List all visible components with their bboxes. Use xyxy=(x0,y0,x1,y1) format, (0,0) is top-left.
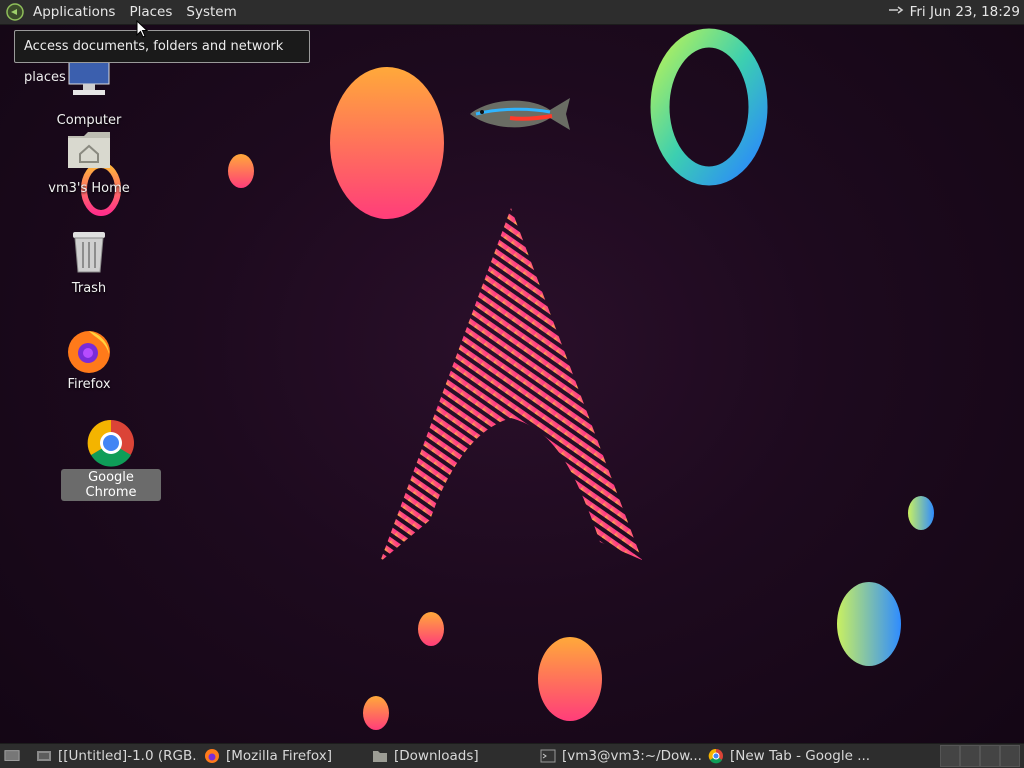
gimp-icon xyxy=(36,748,52,764)
taskbar-item-label: [[Untitled]-1.0 (RGB... xyxy=(58,748,198,764)
bottom-panel: [[Untitled]-1.0 (RGB... [Mozilla Firefox… xyxy=(0,743,1024,768)
taskbar-item-label: [vm3@vm3:~/Dow... xyxy=(562,748,702,764)
terminal-icon xyxy=(540,748,556,764)
desktop-icon-label: Computer xyxy=(56,113,122,128)
places-tooltip: Access documents, folders and network pl… xyxy=(14,30,310,85)
desktop-icon-label: vm3's Home xyxy=(48,181,130,196)
taskbar-item-firefox[interactable]: [Mozilla Firefox] xyxy=(198,744,366,768)
taskbar-item-terminal[interactable]: [vm3@vm3:~/Dow... xyxy=(534,744,702,768)
workspace-4[interactable] xyxy=(1000,745,1020,767)
mouse-cursor-icon xyxy=(136,19,149,42)
desktop-icon-chrome[interactable]: Google Chrome xyxy=(61,419,161,501)
taskbar-item-label: [Mozilla Firefox] xyxy=(226,748,333,764)
places-menu[interactable]: Places xyxy=(122,0,179,24)
desktop-icon-label: Firefox xyxy=(67,377,111,392)
desktop-icon-label: Google Chrome xyxy=(61,469,161,501)
workspace-2[interactable] xyxy=(960,745,980,767)
taskbar-item-label: [New Tab - Google ... xyxy=(730,748,870,764)
clock[interactable]: Fri Jun 23, 18:29 xyxy=(910,4,1020,20)
show-desktop-icon xyxy=(4,748,20,764)
show-desktop-button[interactable] xyxy=(0,744,30,768)
desktop-icon-firefox[interactable]: Firefox xyxy=(39,326,139,393)
workspace-1[interactable] xyxy=(940,745,960,767)
taskbar-item-gimp[interactable]: [[Untitled]-1.0 (RGB... xyxy=(30,744,198,768)
firefox-icon xyxy=(204,748,220,764)
taskbar-item-chrome[interactable]: [New Tab - Google ... xyxy=(702,744,870,768)
wallpaper-art xyxy=(81,28,934,730)
home-folder-icon xyxy=(65,130,113,178)
trash-icon xyxy=(65,230,113,278)
chrome-icon xyxy=(708,748,724,764)
desktop-icon-home[interactable]: vm3's Home xyxy=(39,130,139,197)
top-panel: Applications Places System Fri Jun 23, 1… xyxy=(0,0,1024,25)
desktop-wallpaper xyxy=(0,25,1024,743)
workspace-3[interactable] xyxy=(980,745,1000,767)
taskbar-item-downloads[interactable]: [Downloads] xyxy=(366,744,534,768)
computer-icon xyxy=(65,61,113,110)
desktop-icon-label: Trash xyxy=(71,281,107,296)
chrome-icon xyxy=(87,419,135,467)
system-menu[interactable]: System xyxy=(179,0,243,24)
desktop-icon-trash[interactable]: Trash xyxy=(39,230,139,297)
taskbar-item-label: [Downloads] xyxy=(394,748,479,764)
network-icon[interactable] xyxy=(888,4,904,20)
mate-logo-icon[interactable] xyxy=(4,1,26,23)
tray-area: Fri Jun 23, 18:29 xyxy=(888,0,1020,24)
firefox-icon xyxy=(65,326,113,374)
applications-menu[interactable]: Applications xyxy=(26,0,122,24)
folder-icon xyxy=(372,748,388,764)
